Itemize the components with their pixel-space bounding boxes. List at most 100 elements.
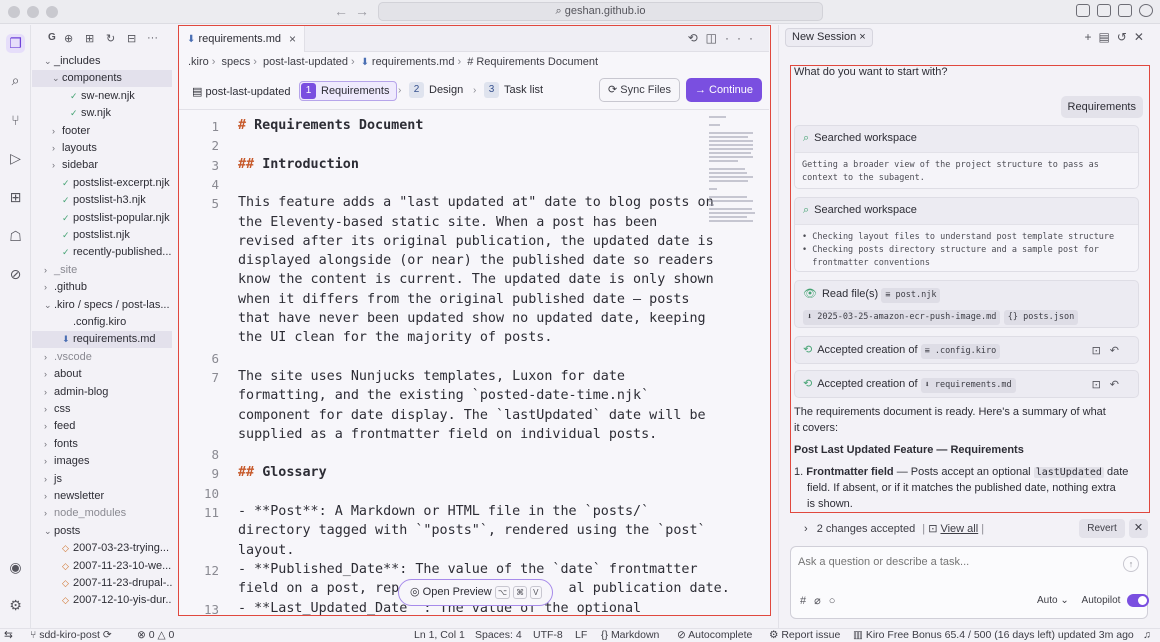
close-window-button[interactable] <box>8 6 20 18</box>
view-all-link[interactable]: View all <box>940 523 978 535</box>
autocomplete-status[interactable]: ⊘ Autocomplete <box>677 629 752 642</box>
step-design[interactable]: 2 Design <box>408 81 470 101</box>
breadcrumb-item[interactable]: specs <box>222 56 251 68</box>
chat-toggle-icon[interactable] <box>1139 4 1153 17</box>
tool-card-accepted[interactable]: ⟲ Accepted creation of ≡ .config.kiro ⊡↶ <box>794 336 1139 364</box>
breadcrumb-item[interactable]: # Requirements Document <box>467 56 598 68</box>
tree-item[interactable]: ✓ sw-new.njk <box>32 88 172 105</box>
refresh-icon[interactable]: ↻ <box>106 32 115 45</box>
sync-files-button[interactable]: ⟳ Sync Files <box>599 78 680 102</box>
step-task-list[interactable]: 3 Task list <box>483 81 550 101</box>
card-actions[interactable]: ⊡↶ <box>1092 378 1128 391</box>
kiro-ghost-icon[interactable]: ☖ <box>6 227 25 246</box>
remote-icon[interactable]: ⇆ <box>4 629 13 642</box>
minimize-window-button[interactable] <box>27 6 39 18</box>
tree-item[interactable]: › .github <box>32 279 172 296</box>
model-select[interactable]: Auto ⌄ <box>1037 595 1069 606</box>
forward-arrow-icon[interactable]: → <box>355 3 369 19</box>
input-tools[interactable]: #⌀○ <box>800 594 843 607</box>
tree-item[interactable]: ✓ postslist-popular.njk <box>32 210 172 227</box>
settings-gear-icon[interactable]: ⚙ <box>6 596 25 615</box>
collapse-all-icon[interactable]: ⊟ <box>127 32 136 45</box>
search-icon[interactable]: ⌕ <box>6 71 25 90</box>
tool-card-accepted[interactable]: ⟲ Accepted creation of ⬇ requirements.md … <box>794 370 1139 398</box>
language-status[interactable]: {} Markdown <box>601 629 659 642</box>
panel-toggle-icon[interactable] <box>1118 4 1132 17</box>
tree-item[interactable]: › images <box>32 453 172 470</box>
indent-status[interactable]: Spaces: 4 <box>475 629 522 642</box>
notifications-bell-icon[interactable]: ♫ <box>1143 629 1151 642</box>
tree-item[interactable]: › node_modules <box>32 505 172 522</box>
open-preview-button[interactable]: ◎ Open Preview ⌥ ⌘ V <box>398 579 553 606</box>
source-control-icon[interactable]: ⑂ <box>6 110 25 129</box>
encoding-status[interactable]: UTF-8 <box>533 629 563 642</box>
tree-item[interactable]: › fonts <box>32 436 172 453</box>
tool-card-searched[interactable]: ⌕ Searched workspace Getting a broader vi… <box>794 125 1139 189</box>
file-chip[interactable]: ≡ .config.kiro <box>920 344 1001 359</box>
file-chip[interactable]: ⬇ 2025-03-25-amazon-ecr-push-image.md <box>803 310 1001 325</box>
tree-item[interactable]: › admin-blog <box>32 384 172 401</box>
breadcrumb-item[interactable]: post-last-updated <box>263 56 348 68</box>
new-folder-icon[interactable]: ⊞ <box>85 32 94 45</box>
back-arrow-icon[interactable]: ← <box>334 3 348 19</box>
tree-item[interactable]: › css <box>32 401 172 418</box>
tree-item[interactable]: ✓ recently-published.... <box>32 244 172 261</box>
sidebar-toggle-icon[interactable] <box>1097 4 1111 17</box>
tree-item[interactable]: › feed <box>32 418 172 435</box>
tool-card-searched[interactable]: ⌕ Searched workspace • Checking layout fi… <box>794 197 1139 272</box>
revert-button[interactable]: Revert <box>1079 519 1125 538</box>
minimap[interactable] <box>707 112 760 392</box>
breadcrumb-item[interactable]: .kiro <box>188 56 209 68</box>
tree-item[interactable]: ⌄ .kiro / specs / post-las... <box>32 297 172 314</box>
card-actions[interactable]: ⊡↶ <box>1092 344 1128 357</box>
run-debug-icon[interactable]: ▷ <box>6 149 25 168</box>
more-actions-icon[interactable]: ··· <box>147 32 158 44</box>
tree-item[interactable]: › js <box>32 471 172 488</box>
cursor-position[interactable]: Ln 1, Col 1 <box>414 629 465 642</box>
close-icon[interactable]: × <box>289 26 296 52</box>
tree-item[interactable]: ◇ 2007-12-10-yis-dur... <box>32 592 172 609</box>
tree-item[interactable]: ⌄ components <box>32 70 172 88</box>
code-editor[interactable]: 1 # Requirements Document 2 3 ## Introductio… <box>179 112 730 615</box>
layout-grid-icon[interactable] <box>1076 4 1090 17</box>
zoom-window-button[interactable] <box>46 6 58 18</box>
report-issue[interactable]: ⚙ Report issue <box>769 629 840 642</box>
tree-item[interactable]: › _site <box>32 262 172 279</box>
account-icon[interactable]: ◉ <box>6 558 25 577</box>
tree-item[interactable]: ◇ 2007-11-23-drupal-... <box>32 575 172 592</box>
tree-item[interactable]: ⌄ posts <box>32 523 172 540</box>
tree-item[interactable]: › layouts <box>32 140 172 157</box>
branch-status[interactable]: ⑂ sdd-kiro-post ⟳ <box>30 629 112 642</box>
url-bar[interactable]: ⌕ geshan.github.io <box>378 2 823 21</box>
file-chip[interactable]: ⬇ requirements.md <box>920 378 1016 393</box>
file-chip[interactable]: {} posts.json <box>1003 310 1079 325</box>
tree-item[interactable]: ✓ sw.njk <box>32 105 172 122</box>
tool-card-read-files[interactable]: 👁 Read file(s) ≡ post.njk ⬇ 2025-03-25-am… <box>794 280 1139 328</box>
close-icon[interactable]: × <box>859 31 865 43</box>
tree-item[interactable]: › .vscode <box>32 349 172 366</box>
autopilot-toggle[interactable] <box>1127 594 1150 607</box>
chevron-right-icon[interactable]: › <box>804 523 808 535</box>
tree-item[interactable]: ◇ 2007-11-23-10-we... <box>32 558 172 575</box>
problems-status[interactable]: ⊗ 0 △ 0 <box>137 629 174 642</box>
step-requirements[interactable]: 1 Requirements <box>299 81 398 101</box>
tree-item[interactable]: ✓ postslist.njk <box>32 227 172 244</box>
send-arrow-icon[interactable]: ↑ <box>1123 556 1139 572</box>
breadcrumb-item[interactable]: requirements.md <box>372 56 455 68</box>
tree-item[interactable]: › footer <box>32 123 172 140</box>
tree-item[interactable]: › sidebar <box>32 157 172 174</box>
tree-item[interactable]: ✓ postslist-h3.njk <box>32 192 172 209</box>
explorer-icon[interactable]: ❐ <box>6 34 25 53</box>
tree-item[interactable]: .config.kiro <box>32 314 172 331</box>
chat-input[interactable] <box>798 556 1118 568</box>
file-chip[interactable]: ≡ post.njk <box>881 288 941 303</box>
editor-actions[interactable]: ⟲◫··· <box>688 31 761 45</box>
tree-item[interactable]: ✓ postslist-excerpt.njk <box>32 175 172 192</box>
chat-header-actions[interactable]: +▤↺✕ <box>1085 30 1151 44</box>
dismiss-close-icon[interactable]: ✕ <box>1129 519 1148 538</box>
session-tab[interactable]: New Session × <box>785 28 873 47</box>
eol-status[interactable]: LF <box>575 629 587 642</box>
usage-status[interactable]: ▥ Kiro Free Bonus 65.4 / 500 (16 days le… <box>853 629 1134 642</box>
tree-item[interactable]: ⬇ requirements.md <box>32 331 172 349</box>
continue-button[interactable]: → Continue <box>686 78 762 102</box>
